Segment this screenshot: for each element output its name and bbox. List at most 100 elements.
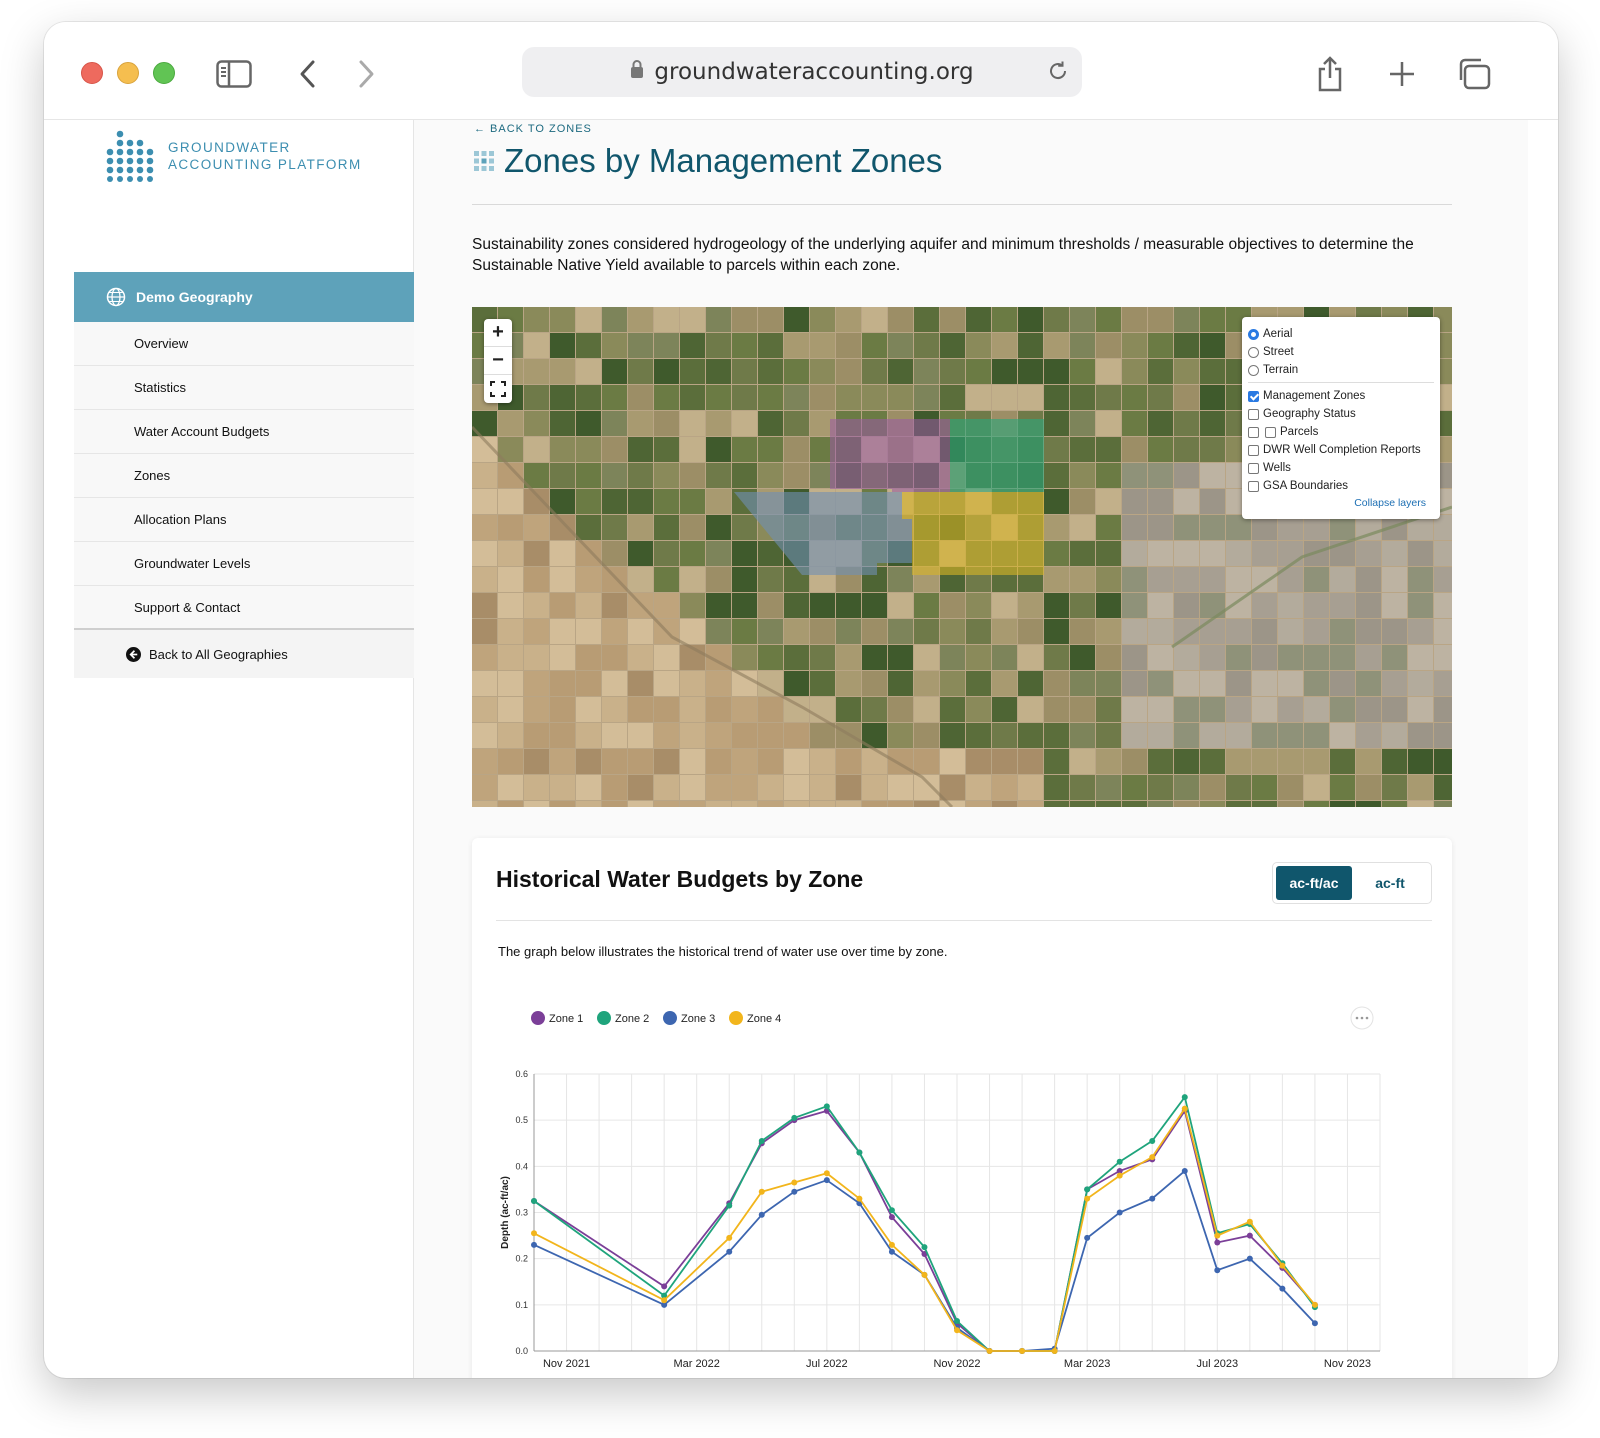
field-parcel [680,567,705,592]
field-parcel [1200,489,1225,514]
field-parcel [758,593,783,618]
field-parcel [1096,697,1121,722]
unit-ac-ft-button[interactable]: ac-ft [1352,866,1428,900]
radio-aerial[interactable] [1248,328,1259,340]
page-content: GROUNDWATER ACCOUNTING PLATFORM Demo Geo… [74,120,1528,1378]
field-parcel [1096,671,1121,696]
field-parcel [524,593,549,618]
zoom-out-button[interactable]: − [484,347,512,375]
field-parcel [1148,593,1173,618]
field-parcel [1330,801,1355,807]
field-parcel [680,307,705,332]
field-parcel [1174,749,1199,774]
field-parcel [914,385,939,410]
field-parcel [550,593,575,618]
overlay-gsa-boundaries[interactable]: GSA Boundaries [1248,477,1434,495]
base-layer-aerial[interactable]: Aerial [1248,325,1434,343]
field-parcel [992,307,1017,332]
sidebar-item-allocation-plans[interactable]: Allocation Plans [74,498,414,542]
field-parcel [732,645,757,670]
field-parcel [1330,723,1355,748]
field-parcel [1122,723,1147,748]
maximize-window-button[interactable] [153,62,175,84]
field-parcel [1252,801,1277,807]
overlay-parcels[interactable]: Parcels [1248,423,1434,441]
back-to-zones-link[interactable]: ← BACK TO ZONES [474,123,592,135]
checkbox-geography-status[interactable] [1248,408,1259,420]
unit-ac-ft-ac-button[interactable]: ac-ft/ac [1276,866,1352,900]
base-layer-street[interactable]: Street [1248,343,1434,361]
data-point [1214,1267,1221,1274]
tabs-overview-icon[interactable] [1452,52,1496,96]
sidebar-item-demo-geography[interactable]: Demo Geography [74,272,414,322]
map-zoom-control: + − [484,319,512,403]
checkbox-parcels[interactable] [1248,426,1259,438]
logo-dots-icon [106,130,154,182]
reload-icon[interactable] [1046,59,1070,89]
field-parcel [654,671,679,696]
sidebar-toggle-icon[interactable] [212,52,256,96]
overlay-geography-status[interactable]: Geography Status [1248,405,1434,423]
field-parcel [914,671,939,696]
back-to-all-geographies[interactable]: Back to All Geographies [74,628,414,678]
legend-label: Zone 4 [747,1013,781,1025]
field-parcel [706,801,731,807]
checkbox-gsa-boundaries[interactable] [1248,480,1259,492]
overlay-management-zones[interactable]: Management Zones [1248,387,1434,405]
field-parcel [1018,645,1043,670]
sidebar-item-label: Groundwater Levels [134,556,251,571]
share-icon[interactable] [1308,52,1352,96]
collapse-layers-link[interactable]: Collapse layers [1248,497,1434,509]
forward-icon[interactable] [344,52,388,96]
field-parcel [1070,619,1095,644]
sidebar-item-zones[interactable]: Zones [74,454,414,498]
legend-item: Zone 1 [531,1011,583,1025]
checkbox-management-zones[interactable] [1248,390,1259,402]
fullscreen-icon[interactable] [484,375,512,403]
field-parcel [862,697,887,722]
field-parcel [1096,645,1121,670]
field-parcel [550,619,575,644]
sidebar-item-groundwater-levels[interactable]: Groundwater Levels [74,542,414,586]
base-layer-terrain[interactable]: Terrain [1248,361,1434,379]
platform-logo[interactable]: GROUNDWATER ACCOUNTING PLATFORM [104,130,362,182]
radio-terrain[interactable] [1248,364,1259,376]
sidebar-item-water-account-budgets[interactable]: Water Account Budgets [74,410,414,454]
field-parcel [576,541,601,566]
new-tab-icon[interactable] [1380,52,1424,96]
field-parcel [784,749,809,774]
field-parcel [602,801,627,807]
field-parcel [1226,801,1251,807]
field-parcel [1044,697,1069,722]
zoom-in-button[interactable]: + [484,319,512,347]
data-point [1279,1262,1286,1269]
back-icon[interactable] [286,52,330,96]
field-parcel [524,541,549,566]
sidebar-item-label: Overview [134,336,189,351]
field-parcel [732,801,757,807]
overlay-dwr-well-completion-reports[interactable]: DWR Well Completion Reports [1248,441,1434,459]
sidebar-item-overview[interactable]: Overview [74,322,414,366]
minimize-window-button[interactable] [117,62,139,84]
sidebar-item-statistics[interactable]: Statistics [74,366,414,410]
field-parcel [758,697,783,722]
field-parcel [758,333,783,358]
sidebar-item-support-contact[interactable]: Support & Contact [74,586,414,630]
address-bar[interactable]: groundwateraccounting.org [522,47,1082,97]
x-tick-label: Mar 2022 [673,1358,719,1370]
zones-map[interactable]: + − Aerial Street Terrain Management Zon… [472,307,1452,807]
field-parcel [1226,645,1251,670]
chart-menu-icon[interactable] [1350,1006,1374,1030]
overlay-wells[interactable]: Wells [1248,459,1434,477]
checkbox-wells[interactable] [1248,462,1259,474]
checkbox-dwr-reports[interactable] [1248,444,1259,456]
legend-item: Zone 4 [729,1011,781,1025]
y-tick-label: 0.6 [515,1069,528,1079]
field-parcel [1122,801,1147,807]
field-parcel [1382,671,1407,696]
field-parcel [524,801,549,807]
field-parcel [1408,645,1433,670]
field-parcel [810,333,835,358]
radio-street[interactable] [1248,346,1259,358]
close-window-button[interactable] [81,62,103,84]
